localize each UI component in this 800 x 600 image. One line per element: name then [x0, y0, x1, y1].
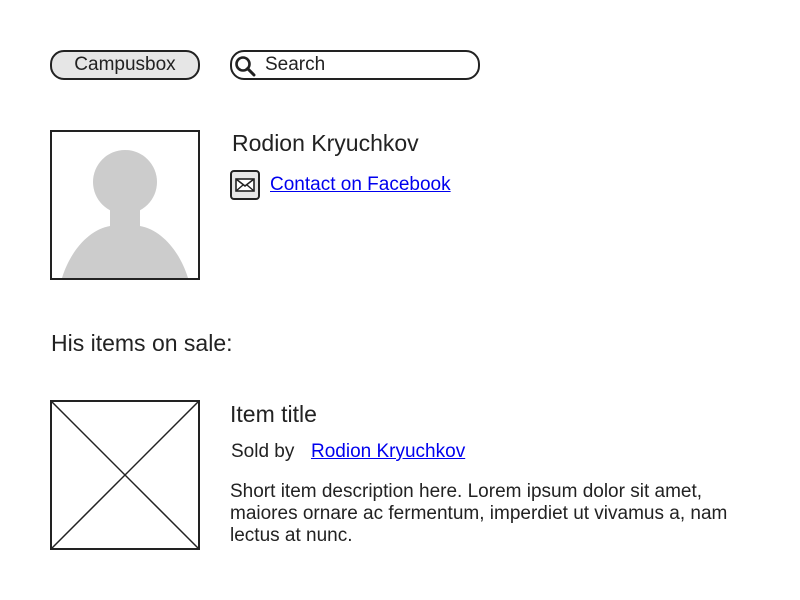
profile-avatar [50, 130, 200, 280]
user-placeholder-icon [62, 150, 188, 278]
item-image[interactable] [50, 400, 200, 550]
item-title[interactable]: Item title [230, 400, 317, 428]
campusbox-home-button[interactable]: Campusbox [50, 50, 200, 80]
search-box[interactable] [230, 50, 480, 80]
search-icon [235, 56, 256, 77]
image-placeholder-icon [51, 401, 199, 549]
profile-name: Rodion Kryuchkov [232, 130, 419, 156]
item-description: Short item description here. Lorem ipsum… [230, 481, 728, 546]
items-section-heading: His items on sale: [51, 330, 233, 356]
seller-link[interactable]: Rodion Kryuchkov [311, 440, 465, 464]
sold-by-label: Sold by [231, 441, 295, 462]
search-input[interactable] [265, 54, 465, 76]
mail-icon[interactable] [230, 170, 260, 200]
contact-facebook-link[interactable]: Contact on Facebook [270, 173, 451, 197]
